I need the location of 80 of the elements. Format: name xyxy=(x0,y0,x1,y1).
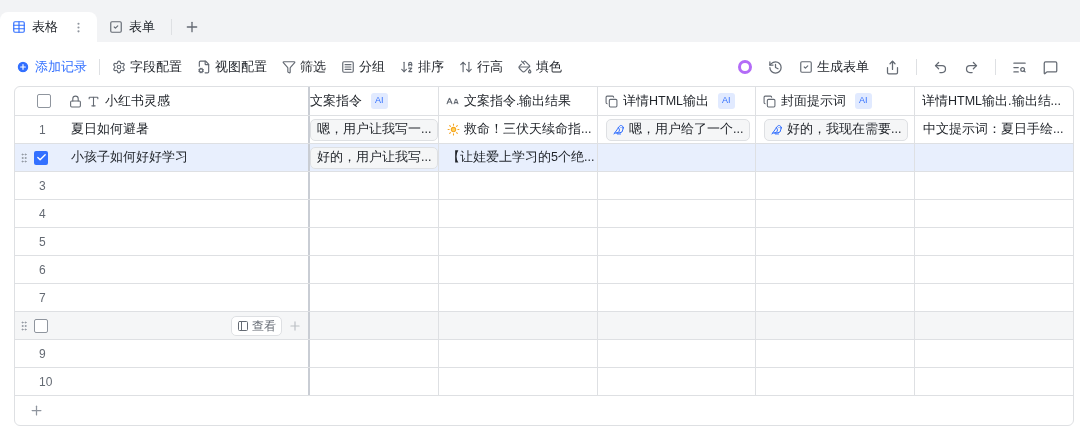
copy-icon xyxy=(763,94,776,108)
sun-icon xyxy=(447,123,460,136)
table-row[interactable]: 查看 xyxy=(15,312,1073,340)
add-row-icon[interactable] xyxy=(29,402,44,418)
ai-result-chip[interactable]: 好的，用户让我写... xyxy=(310,146,438,169)
document-gear-icon xyxy=(197,60,211,74)
toolbar-button[interactable]: 分组 xyxy=(341,57,385,77)
drag-handle-icon[interactable] xyxy=(18,151,30,164)
table-row[interactable]: 小孩子如何好好学习 好的，用户让我写... 【让娃爱上学习的5个绝... xyxy=(15,144,1073,172)
table-icon xyxy=(12,20,26,34)
ai-badge: AI xyxy=(371,93,388,109)
cell-text: 夏日如何避暑 xyxy=(71,121,149,139)
share-icon[interactable] xyxy=(885,59,900,75)
column-header: 文案指令 xyxy=(310,92,362,110)
plus-icon xyxy=(184,19,200,35)
list-icon xyxy=(341,60,355,74)
comment-icon[interactable] xyxy=(1043,59,1058,75)
row-number: 10 xyxy=(39,373,53,391)
paint-bucket-icon xyxy=(518,60,532,74)
toolbar-button[interactable]: 字段配置 xyxy=(112,57,182,77)
cell-text: 小孩子如何好好学习 xyxy=(71,149,188,167)
cell-text: 【让娃爱上学习的5个绝... xyxy=(447,149,595,167)
ai-result-chip[interactable]: 嗯，用户给了一个... xyxy=(606,118,751,141)
column-header: 小红书灵感 xyxy=(105,92,170,110)
arrows-icon xyxy=(459,60,473,74)
row-number: 3 xyxy=(39,177,46,195)
view-tab[interactable]: 表单 xyxy=(97,12,167,42)
row-number: 7 xyxy=(39,289,46,307)
search-icon[interactable] xyxy=(1012,59,1027,75)
row-number: 6 xyxy=(39,261,46,279)
checkbox-icon xyxy=(109,20,123,34)
ai-result-chip[interactable]: 嗯，用户让我写一... xyxy=(310,118,438,141)
table-row[interactable]: 7 xyxy=(15,284,1073,312)
checkbox[interactable] xyxy=(34,318,48,333)
ai-result-chip[interactable]: 好的，我现在需要... xyxy=(764,118,909,141)
row-number: 9 xyxy=(39,345,46,363)
table-row[interactable]: 9 xyxy=(15,340,1073,368)
add-record-button[interactable]: 添加记录 xyxy=(16,57,87,77)
column-header: 封面提示词 xyxy=(781,92,846,110)
row-number: 5 xyxy=(39,233,46,251)
toolbar-button[interactable]: 视图配置 xyxy=(197,57,267,77)
column-header: 详情HTML输出.输出结... xyxy=(922,92,1061,110)
redo-icon[interactable] xyxy=(964,59,979,75)
copy-icon xyxy=(605,94,618,108)
table-row[interactable]: 5 xyxy=(15,228,1073,256)
table-row[interactable]: 1 夏日如何避暑 嗯，用户让我写一... 救命！三伏天续命指... 嗯，用户给了一个... 好的，我现在需要... 中文提示词：夏日手绘... xyxy=(15,116,1073,144)
ai-badge: AI xyxy=(718,93,735,109)
sort-icon xyxy=(400,60,414,74)
panel-icon xyxy=(237,319,249,332)
table-row[interactable]: 6 xyxy=(15,256,1073,284)
row-number: 4 xyxy=(39,205,46,223)
gear-icon xyxy=(112,60,126,74)
row-number: 1 xyxy=(39,121,46,139)
checkbox[interactable] xyxy=(34,150,48,165)
toolbar-button[interactable]: 排序 xyxy=(400,57,444,77)
table-row[interactable]: 4 xyxy=(15,200,1073,228)
view-tab[interactable]: 表格 xyxy=(0,12,97,42)
toolbar-button[interactable]: 筛选 xyxy=(282,57,326,77)
bird-icon xyxy=(613,123,625,136)
cell-text: 中文提示词：夏日手绘... xyxy=(923,121,1064,139)
table-row[interactable]: 10 xyxy=(15,368,1073,396)
table-row[interactable]: 3 xyxy=(15,172,1073,200)
toolbar-button[interactable]: 行高 xyxy=(459,57,503,77)
filter-icon xyxy=(282,60,296,74)
plus-circle-icon xyxy=(16,60,30,74)
toolbar-button[interactable]: 填色 xyxy=(518,57,562,77)
bird-icon xyxy=(771,123,783,136)
cell-text: 救命！三伏天续命指... xyxy=(464,121,592,139)
text-type-icon xyxy=(87,94,100,108)
undo-icon[interactable] xyxy=(933,59,948,75)
column-header: 详情HTML输出 xyxy=(623,92,710,110)
drag-handle-icon[interactable] xyxy=(18,319,30,332)
checkbox-icon xyxy=(799,60,813,74)
generate-form-button[interactable]: 生成表单 xyxy=(799,57,869,77)
column-header: 文案指令.输出结果 xyxy=(464,92,572,110)
ai-badge: AI xyxy=(855,93,872,109)
checkbox[interactable] xyxy=(37,94,51,108)
clock-icon[interactable] xyxy=(768,59,783,75)
ring-icon[interactable] xyxy=(738,60,752,74)
view-record-button[interactable]: 查看 xyxy=(231,315,282,336)
